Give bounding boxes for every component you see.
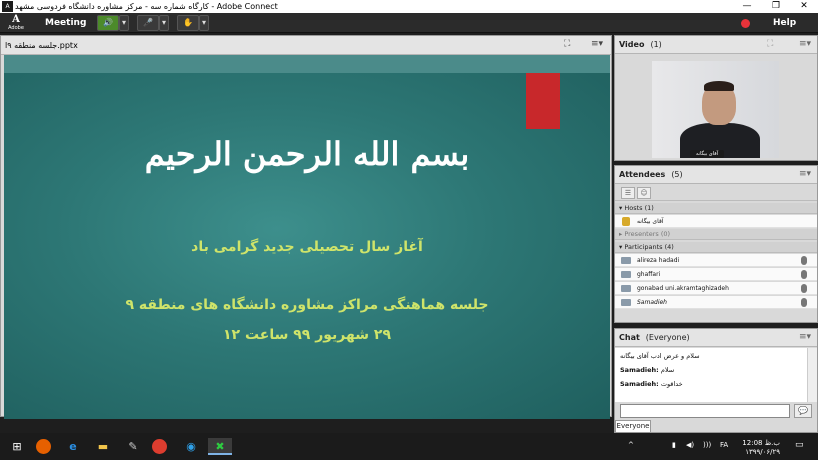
host-icon [622,217,630,226]
presentation-slide: بسم الله الرحمن الرحیم آغاز سال تحصیلی ج… [4,73,610,419]
pod-menu-icon[interactable]: ≡▾ [799,169,811,179]
chat-message: Samadieh: خداقوت [620,380,683,388]
language-indicator[interactable]: FA [720,441,728,450]
send-message-icon[interactable]: 💬 [794,404,812,418]
chat-messages: سلام و عرض ادب آقای بیگانه Samadieh: سلا… [615,348,807,402]
people-icon[interactable]: ^ [628,441,634,450]
chat-recipient-tab[interactable]: Everyone [615,420,651,433]
microphone-icon[interactable]: 🎤 [137,15,159,31]
speaker-chevron-down-icon[interactable]: ▾ [119,15,129,31]
attendees-pod-title: Attendees [619,170,666,179]
attendees-pod: Attendees (5) ≡▾ ☰ ☺ ▾ Hosts (1) آقای بیگ… [614,165,818,323]
microphone-icon [801,298,807,307]
window-titlebar: A کارگاه شماره سه - مرکز مشاوره دانشگاه … [0,0,818,13]
edge-icon[interactable]: e [64,438,82,455]
file-explorer-icon[interactable]: ▬ [94,438,112,455]
fullscreen-icon[interactable]: ⛶ [767,39,773,49]
firefox-icon[interactable] [36,439,51,454]
microphone-icon [801,270,807,279]
maximize-button[interactable]: ❐ [762,0,790,13]
video-pod-title: Video [619,40,645,49]
pod-menu-icon[interactable]: ≡▾ [799,332,811,342]
microphone-icon [801,256,807,265]
hosts-section[interactable]: ▾ Hosts (1) [615,203,817,214]
webcam-video: آقای بیگانه [652,61,779,158]
slide-top-strip [4,55,610,73]
pod-menu-icon[interactable]: ≡▾ [591,39,603,49]
chat-message: Samadieh: سلام [620,366,675,374]
windows-taskbar: ⊞ e ▬ ✎ ◉ ✖ ^ ▮ ◀) ))) FA 12:08 ب.ظ ۱۳۹۹… [0,433,818,460]
chat-scope: (Everyone) [645,333,690,342]
participant-row[interactable]: Samadieh [615,296,817,309]
video-name-tag: آقای بیگانه [690,150,724,158]
status-view-icon[interactable]: ☺ [637,187,651,199]
host-row[interactable]: آقای بیگانه [615,215,817,228]
participants-section[interactable]: ▾ Participants (4) [615,242,817,253]
adobe-connect-taskbar-icon[interactable]: ✖ [208,438,232,455]
video-pod: Video (1) ⛶ ≡▾ آقای بیگانه [614,35,818,161]
network-icon[interactable]: ))) [703,441,711,450]
presenters-section[interactable]: ▸ Presenters (0) [615,229,817,240]
help-menu[interactable]: Help [773,13,796,33]
participant-icon [621,299,631,306]
chat-message: سلام و عرض ادب آقای بیگانه [620,352,700,360]
chat-input[interactable] [620,404,790,418]
presentation-filename: جلسه منطقه ۹ا.pptx [5,41,78,50]
chat-pod-header: Chat (Everyone) ≡▾ [615,329,817,347]
video-pod-header: Video (1) ⛶ ≡▾ [615,36,817,54]
menu-bar: A Adobe Meeting 🔊 ▾ 🎤 ▾ ✋ ▾ Help [0,13,818,33]
attendees-count: (5) [671,170,683,179]
share-pod: جلسه منطقه ۹ا.pptx ⛶ ≡▾ بسم الله الرحمن … [0,35,612,419]
edge-new-icon[interactable]: ◉ [182,438,200,455]
chat-scrollbar[interactable] [807,348,817,402]
notifications-icon[interactable]: ▭ [795,441,804,450]
participant-row[interactable]: ghaffari [615,268,817,281]
slide-red-accent [526,73,560,129]
chat-pod-title: Chat [619,333,640,342]
app-icon[interactable]: ✎ [124,438,142,455]
participant-row[interactable]: gonabad uni.akramtaghizadeh [615,282,817,295]
window-title: کارگاه شماره سه - مرکز مشاوره دانشگاه فر… [15,2,278,11]
battery-icon[interactable]: ▮ [672,441,676,450]
slide-line-4: ۲۹ شهریور ۹۹ ساعت ۱۲ [223,327,391,343]
chat-pod: Chat (Everyone) ≡▾ سلام و عرض ادب آقای بی… [614,328,818,433]
microphone-chevron-down-icon[interactable]: ▾ [159,15,169,31]
clock[interactable]: 12:08 ب.ظ ۱۳۹۹/۰۶/۲۹ [740,439,780,457]
list-view-icon[interactable]: ☰ [621,187,635,199]
participant-icon [621,271,631,278]
slide-line-2: آغاز سال تحصیلی جدید گرامی باد [191,239,423,255]
recording-indicator-icon [741,19,750,28]
share-pod-header: جلسه منطقه ۹ا.pptx ⛶ ≡▾ [1,36,611,55]
start-icon[interactable]: ⊞ [8,438,26,455]
status-chevron-down-icon[interactable]: ▾ [199,15,209,31]
pod-menu-icon[interactable]: ≡▾ [799,39,811,49]
microphone-icon [801,284,807,293]
adobe-logo: A Adobe [8,14,24,31]
slide-basmala: بسم الله الرحمن الرحیم [144,135,470,173]
participant-icon [621,257,631,264]
chrome-icon[interactable] [152,439,167,454]
speaker-icon[interactable]: 🔊 [97,15,119,31]
adobe-connect-icon: A [2,1,13,12]
fullscreen-icon[interactable]: ⛶ [564,39,570,49]
participant-icon [621,285,631,292]
minimize-button[interactable]: — [733,0,761,13]
participant-row[interactable]: alireza hadadi [615,254,817,267]
raise-hand-icon[interactable]: ✋ [177,15,199,31]
slide-line-3: جلسه هماهنگی مراکز مشاوره دانشگاه های من… [125,297,489,313]
attendees-toolbar: ☰ ☺ [615,185,817,201]
meeting-menu[interactable]: Meeting [45,13,86,33]
video-count: (1) [650,40,662,49]
close-button[interactable]: ✕ [790,0,818,13]
attendees-pod-header: Attendees (5) ≡▾ [615,166,817,184]
volume-icon[interactable]: ◀) [686,441,694,450]
